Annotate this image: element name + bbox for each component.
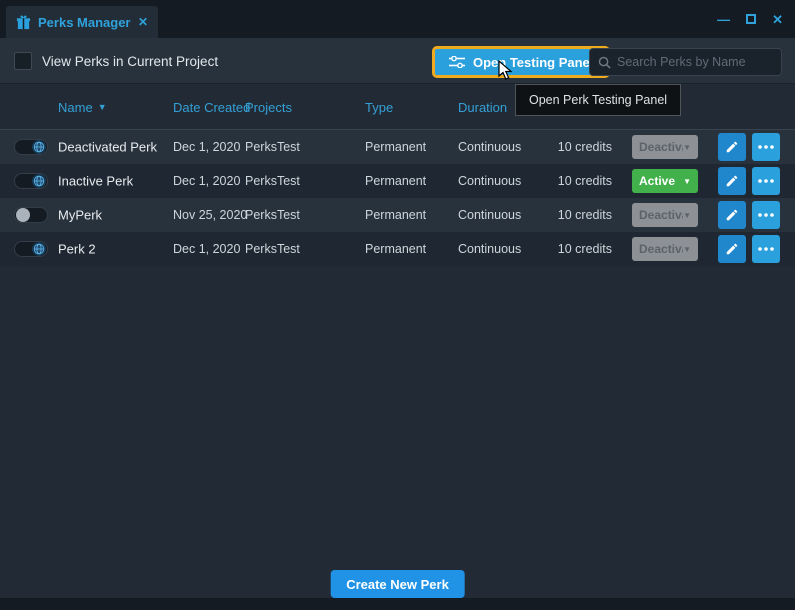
perk-duration: Continuous (458, 140, 521, 154)
globe-icon (32, 174, 46, 188)
globe-icon (32, 242, 46, 256)
open-testing-panel-label: Open Testing Panel (473, 55, 593, 70)
perk-date: Nov 25, 2020 (173, 208, 247, 222)
tab-perks-manager[interactable]: Perks Manager ✕ (6, 6, 158, 38)
view-current-project-label: View Perks in Current Project (42, 38, 218, 84)
perk-duration: Continuous (458, 174, 521, 188)
perk-toggle[interactable] (14, 241, 48, 257)
perk-row: Perk 2 Dec 1, 2020 PerksTest Permanent C… (0, 232, 795, 266)
column-header-name[interactable]: Name ▼ (58, 84, 107, 130)
pencil-icon (725, 174, 739, 188)
perk-project: PerksTest (245, 242, 300, 256)
perk-type: Permanent (365, 174, 426, 188)
perk-project: PerksTest (245, 140, 300, 154)
edit-perk-button[interactable] (718, 235, 746, 263)
ellipsis-icon (758, 213, 774, 217)
window-controls: — ✕ (717, 0, 783, 38)
more-options-button[interactable] (752, 201, 780, 229)
perk-duration: Continuous (458, 242, 521, 256)
create-new-perk-button[interactable]: Create New Perk (330, 570, 465, 598)
column-header-type[interactable]: Type (365, 84, 393, 130)
perk-row: Inactive Perk Dec 1, 2020 PerksTest Perm… (0, 164, 795, 198)
tab-bar: Perks Manager ✕ — ✕ (0, 0, 795, 38)
more-options-button[interactable] (752, 167, 780, 195)
more-options-button[interactable] (752, 235, 780, 263)
chevron-down-icon: ▼ (683, 143, 691, 152)
perks-manager-window: Perks Manager ✕ — ✕ View Perks in Curren… (0, 0, 795, 610)
perk-status-label: Active (639, 174, 675, 188)
minimize-icon[interactable]: — (717, 13, 730, 26)
search-box (589, 48, 782, 76)
ellipsis-icon (758, 247, 774, 251)
perk-name: Inactive Perk (58, 174, 133, 189)
perk-type: Permanent (365, 208, 426, 222)
perk-date: Dec 1, 2020 (173, 242, 240, 256)
column-header-name-label: Name (58, 100, 93, 115)
perk-project: PerksTest (245, 208, 300, 222)
pencil-icon (725, 140, 739, 154)
ellipsis-icon (758, 179, 774, 183)
sort-caret-icon: ▼ (98, 102, 107, 112)
chevron-down-icon: ▼ (683, 177, 691, 186)
perk-toggle[interactable] (14, 207, 48, 223)
perk-status-label: Deactiva (639, 242, 683, 256)
perk-status-dropdown[interactable]: Active ▼ (632, 169, 698, 193)
tooltip: Open Perk Testing Panel (515, 84, 681, 116)
tab-title: Perks Manager (38, 15, 131, 30)
perk-cost: 10 credits (540, 174, 612, 188)
perk-cost: 10 credits (540, 208, 612, 222)
perk-cost: 10 credits (540, 140, 612, 154)
perk-row: Deactivated Perk Dec 1, 2020 PerksTest P… (0, 130, 795, 164)
tab-close-icon[interactable]: ✕ (138, 15, 148, 29)
perk-date: Dec 1, 2020 (173, 140, 240, 154)
column-header-projects[interactable]: Projects (245, 84, 292, 130)
perk-name: Deactivated Perk (58, 140, 157, 155)
maximize-icon[interactable] (746, 14, 756, 24)
pencil-icon (725, 208, 739, 222)
pencil-icon (725, 242, 739, 256)
perk-project: PerksTest (245, 174, 300, 188)
search-input[interactable] (617, 55, 778, 69)
bottom-bar (0, 598, 795, 610)
perk-toggle[interactable] (14, 139, 48, 155)
window-close-icon[interactable]: ✕ (772, 13, 783, 26)
perk-status-dropdown[interactable]: Deactiva ▼ (632, 237, 698, 261)
gift-icon (16, 15, 31, 30)
chevron-down-icon: ▼ (683, 245, 691, 254)
chevron-down-icon: ▼ (683, 211, 691, 220)
edit-perk-button[interactable] (718, 167, 746, 195)
perk-status-label: Deactiva (639, 208, 683, 222)
search-icon (598, 56, 611, 69)
perk-name: Perk 2 (58, 242, 96, 257)
testing-panel-icon (449, 56, 465, 68)
perk-status-label: Deactiva (639, 140, 683, 154)
perk-status-dropdown[interactable]: Deactiva ▼ (632, 203, 698, 227)
perk-date: Dec 1, 2020 (173, 174, 240, 188)
open-testing-panel-button[interactable]: Open Testing Panel (432, 46, 610, 78)
toggle-knob (16, 208, 30, 222)
perk-toggle[interactable] (14, 173, 48, 189)
view-current-project-checkbox[interactable] (14, 52, 32, 70)
perk-row: MyPerk Nov 25, 2020 PerksTest Permanent … (0, 198, 795, 232)
perk-name: MyPerk (58, 208, 102, 223)
perk-duration: Continuous (458, 208, 521, 222)
more-options-button[interactable] (752, 133, 780, 161)
perk-type: Permanent (365, 242, 426, 256)
column-header-date-created[interactable]: Date Created (173, 84, 250, 130)
column-header-duration[interactable]: Duration (458, 84, 507, 130)
globe-icon (32, 140, 46, 154)
perk-cost: 10 credits (540, 242, 612, 256)
edit-perk-button[interactable] (718, 133, 746, 161)
perk-type: Permanent (365, 140, 426, 154)
edit-perk-button[interactable] (718, 201, 746, 229)
ellipsis-icon (758, 145, 774, 149)
perk-status-dropdown[interactable]: Deactiva ▼ (632, 135, 698, 159)
